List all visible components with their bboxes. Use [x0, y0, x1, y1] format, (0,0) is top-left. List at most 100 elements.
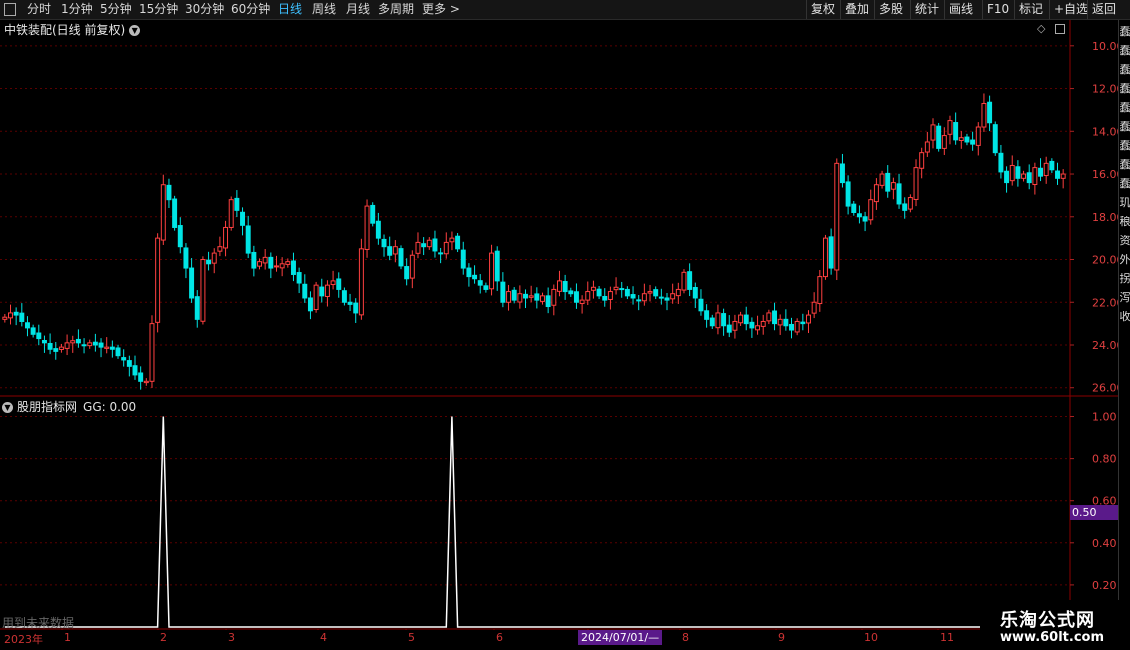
- candle-body: [760, 320, 766, 327]
- right-strip-char: 蠢: [1119, 140, 1130, 152]
- candle-body: [670, 293, 676, 300]
- candle-body: [975, 126, 981, 146]
- candle-body: [13, 311, 19, 316]
- candle-body: [885, 172, 891, 192]
- y-tick-label: 14.00: [1092, 125, 1118, 138]
- candle-body: [36, 332, 42, 340]
- candle-body: [392, 246, 398, 255]
- candle-body: [472, 274, 478, 280]
- candle-body: [1015, 166, 1021, 179]
- candle-body: [528, 295, 534, 298]
- right-strip-char: 蠢: [1119, 159, 1130, 171]
- candle-body: [240, 211, 246, 226]
- candle-body: [856, 213, 862, 218]
- candle-body: [58, 346, 64, 350]
- y-tick-label: 24.00: [1092, 339, 1118, 352]
- diamond-icon[interactable]: ◇: [1037, 22, 1045, 35]
- candle-body: [806, 314, 811, 324]
- candle-body: [30, 327, 36, 335]
- candle-body: [953, 122, 959, 141]
- candle-body: [1043, 162, 1049, 177]
- chevron-down-icon[interactable]: ▼: [129, 25, 141, 36]
- candle-body: [998, 152, 1004, 173]
- candle-body: [738, 314, 744, 324]
- x-tick-label: 10: [864, 631, 878, 644]
- candle-body: [596, 288, 602, 297]
- candle-body: [987, 101, 993, 124]
- y-tick-label: 22.00: [1092, 296, 1118, 309]
- chevron-down-icon[interactable]: ▼: [2, 402, 13, 413]
- candle-body: [489, 252, 495, 290]
- site-logo: 乐淘公式网 www.60lt.com: [980, 600, 1130, 650]
- right-strip-char: 资: [1119, 235, 1130, 247]
- x-cursor-label: 2024/07/01/—: [578, 630, 663, 645]
- candle-body: [200, 259, 206, 322]
- candle-body: [126, 360, 132, 367]
- right-strip-char: 拐: [1119, 273, 1130, 285]
- candle-body: [228, 199, 234, 228]
- candle-body: [890, 182, 896, 190]
- candle-body: [466, 267, 472, 278]
- candle-body: [19, 312, 25, 322]
- candle-body: [924, 141, 930, 153]
- candle-body: [1009, 164, 1015, 182]
- right-strip-char: 泻: [1119, 292, 1130, 304]
- candle-body: [641, 293, 647, 302]
- y-cursor-label: 0.50: [1070, 505, 1120, 520]
- candle-body: [313, 284, 319, 311]
- future-data-warning: 用到未来数据: [2, 616, 75, 630]
- candle-body: [1004, 170, 1010, 184]
- candle-body: [262, 256, 268, 264]
- candle-body: [494, 250, 500, 282]
- candle-body: [534, 293, 540, 301]
- candle-body: [2, 316, 8, 320]
- candle-body: [41, 340, 47, 344]
- candle-body: [647, 291, 653, 294]
- candle-body: [981, 103, 987, 128]
- right-strip-char: 收: [1119, 311, 1130, 323]
- right-strip-char: 蠢: [1119, 178, 1130, 190]
- candle-body: [698, 298, 704, 312]
- candle-body: [653, 289, 659, 297]
- logo-url: www.60lt.com: [1000, 630, 1105, 645]
- candle-body: [166, 184, 172, 201]
- candle-body: [98, 342, 104, 348]
- candle-body: [573, 291, 579, 303]
- candle-body: [658, 296, 664, 299]
- candle-body: [794, 320, 800, 333]
- candle-body: [455, 235, 461, 250]
- indicator-title: ▼ 股朋指标网 GG: 0.00: [2, 398, 136, 415]
- candle-body: [511, 289, 517, 301]
- right-info-strip: 蠢蠢蠢蠢蠢蠢蠢蠢蠢玑稂资外拐泻收: [1118, 20, 1130, 650]
- candle-body: [907, 197, 913, 210]
- candle-body: [681, 271, 687, 291]
- candle-body: [92, 341, 98, 346]
- candle-body: [189, 267, 195, 299]
- kline-chart[interactable]: 26.00 24.00 22.00 20.00 18.00 16.00 14.00 12.00…: [0, 0, 1118, 630]
- candle-body: [992, 124, 998, 154]
- candle-body: [217, 246, 223, 252]
- candle-body: [341, 290, 347, 303]
- indicator-name: 股朋指标网: [17, 400, 78, 414]
- candle-body: [958, 137, 964, 141]
- candle-body: [1060, 173, 1066, 179]
- candle-body: [155, 237, 161, 323]
- candle-body: [551, 288, 557, 306]
- candle-body: [251, 251, 257, 269]
- x-tick-label: 6: [496, 631, 503, 644]
- candle-body: [234, 197, 240, 211]
- candle-body: [432, 238, 438, 252]
- gg-line: [4, 416, 1064, 628]
- square-icon[interactable]: [1055, 24, 1066, 34]
- candle-body: [364, 205, 370, 250]
- candle-body: [449, 237, 455, 243]
- candle-body: [585, 291, 591, 301]
- candle-body: [602, 295, 608, 301]
- candle-body: [1038, 167, 1044, 177]
- candle-body: [183, 247, 189, 269]
- candle-body: [822, 237, 828, 278]
- candle-body: [868, 199, 874, 221]
- candle-body: [613, 286, 619, 291]
- candle-body: [500, 281, 506, 303]
- x-tick-label: 8: [682, 631, 689, 644]
